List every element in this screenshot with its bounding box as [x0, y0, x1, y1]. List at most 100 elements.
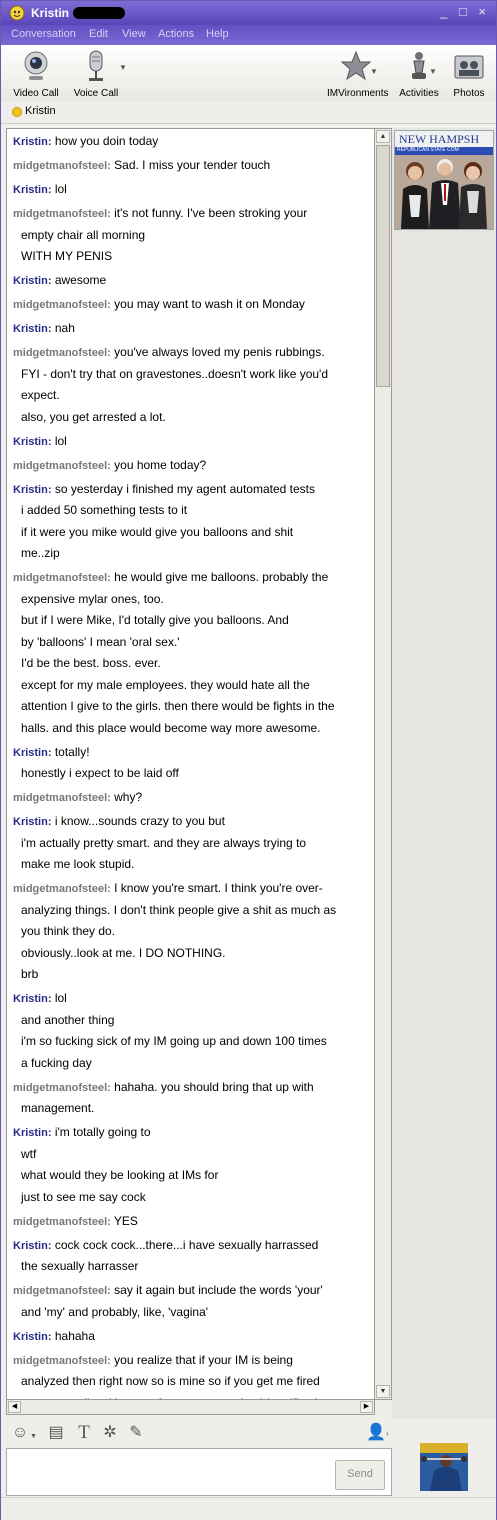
message-text: why?	[114, 790, 143, 804]
chat-message: Kristin: how you doin today	[13, 133, 369, 150]
redaction-mark	[73, 7, 125, 19]
message-sender: midgetmanofsteel:	[13, 1215, 111, 1228]
message-sender: Kristin:	[13, 275, 52, 287]
emoticon-dropdown-icon[interactable]: ▼	[30, 1433, 37, 1440]
chat-message: midgetmanofsteel: YES	[13, 1213, 369, 1230]
sidebar-panel: NEW HAMPSH REPUBLICAN STATE COM	[392, 128, 496, 1418]
chat-message: midgetmanofsteel: why?	[13, 789, 369, 806]
chat-message: Kristin: i know...sounds crazy to you bu…	[13, 813, 369, 830]
chat-message: midgetmanofsteel: say it again but inclu…	[13, 1282, 369, 1299]
attachment-icon[interactable]: ✎	[126, 1423, 146, 1443]
message-continuation: a fucking day	[21, 1055, 92, 1070]
message-continuation: management.	[21, 1101, 95, 1115]
photo-banner-subtext: REPUBLICAN STATE COM	[397, 147, 459, 153]
photo-banner-stripe: REPUBLICAN STATE COM	[395, 147, 493, 155]
chat-message: Kristin: hahaha	[13, 1328, 369, 1345]
chat-horizontal-scrollbar[interactable]: ◀ ▶	[6, 1400, 375, 1415]
message-continuation: what would they be looking at IMs for	[21, 1168, 219, 1182]
window-controls[interactable]: _ □ ×	[440, 4, 490, 19]
message-continuation: me..zip	[21, 546, 60, 560]
text-format-icon[interactable]: T	[74, 1423, 94, 1443]
message-text: hahaha	[54, 1328, 95, 1343]
chat-message: Kristin: totally!	[13, 744, 369, 761]
message-continuation: by 'balloons' I mean 'oral sex.'	[21, 634, 180, 649]
scroll-thumb[interactable]	[376, 145, 390, 387]
contact-info-icon[interactable]: 👤	[366, 1423, 386, 1443]
chat-message: midgetmanofsteel: Sad. I miss your tende…	[13, 157, 369, 174]
contact-info-arrow-icon[interactable]: ›	[386, 1429, 389, 1438]
voice-call-button[interactable]: Voice Call	[73, 49, 119, 99]
chat-message: midgetmanofsteel: it's not funny. I've b…	[13, 205, 369, 222]
message-sender: midgetmanofsteel:	[13, 792, 111, 804]
message-continuation: expect.	[21, 388, 60, 402]
video-call-button[interactable]: Video Call	[13, 49, 59, 99]
message-sender: midgetmanofsteel:	[13, 208, 111, 220]
message-sender: midgetmanofsteel:	[13, 299, 111, 311]
voice-call-dropdown-icon[interactable]: ▼	[119, 63, 127, 72]
photo-banner: NEW HAMPSH REPUBLICAN STATE COM	[395, 131, 493, 155]
emoticon-icon[interactable]: ☺	[10, 1423, 30, 1443]
menu-bar: Conversation Edit View Actions Help	[1, 25, 496, 45]
message-continuation: and another thing	[21, 1012, 115, 1027]
message-sender: midgetmanofsteel:	[13, 1285, 111, 1297]
audible-icon[interactable]: ▤	[46, 1423, 66, 1443]
chat-message: midgetmanofsteel: you realize that if yo…	[13, 1352, 369, 1369]
message-text: nah	[54, 321, 75, 335]
message-continuation: i'm actually pretty smart. and they are …	[21, 835, 307, 850]
message-continuation: expensive mylar ones, too.	[21, 591, 164, 606]
message-text: Sad. I miss your tender touch	[114, 158, 271, 172]
menu-edit[interactable]: Edit	[89, 28, 108, 40]
buddy-display-image[interactable]: NEW HAMPSH REPUBLICAN STATE COM	[394, 130, 494, 230]
message-sender: Kristin:	[13, 435, 52, 448]
im-window: Kristin _ □ × Conversation Edit View Act…	[0, 0, 497, 1520]
message-continuation: obviously..look at me. I DO NOTHING.	[21, 945, 226, 960]
webcam-icon	[24, 51, 48, 80]
scroll-up-arrow-icon[interactable]: ▲	[376, 130, 390, 143]
buddy-name[interactable]: Kristin	[25, 105, 56, 117]
message-sender: Kristin:	[13, 993, 52, 1005]
activities-dropdown-icon[interactable]: ▼	[429, 67, 437, 76]
chat-message: Kristin: lol	[13, 433, 369, 450]
send-button[interactable]: Send	[335, 1460, 385, 1490]
chat-message: Kristin: lol	[13, 990, 369, 1007]
message-input[interactable]: Send	[6, 1448, 392, 1496]
my-display-image[interactable]	[420, 1443, 468, 1491]
message-text: you realize that if your IM is being	[114, 1352, 293, 1367]
message-continuation: halls. and this place would become way m…	[21, 720, 321, 735]
message-continuation: i'm so fucking sick of my IM going up an…	[21, 1034, 327, 1048]
messenger-logo-icon	[9, 5, 25, 21]
chat-vertical-scrollbar[interactable]: ▲ ▼	[375, 128, 392, 1400]
chat-message: Kristin: lol	[13, 181, 369, 198]
message-sender: Kristin:	[13, 1330, 52, 1343]
scroll-down-arrow-icon[interactable]: ▼	[376, 1385, 390, 1398]
message-continuation: FYI - don't try that on gravestones..doe…	[21, 366, 329, 381]
chat-message: Kristin: awesome	[13, 272, 369, 289]
message-continuation: if it were you mike would give you ballo…	[21, 524, 294, 539]
voice-call-label: Voice Call	[73, 88, 119, 99]
scroll-right-arrow-icon[interactable]: ▶	[360, 1401, 373, 1413]
photos-icon	[454, 55, 484, 79]
message-text: YES	[113, 1213, 138, 1228]
menu-help[interactable]: Help	[206, 28, 229, 40]
message-text: hahaha. you should bring that up with	[114, 1079, 314, 1094]
scroll-left-arrow-icon[interactable]: ◀	[8, 1401, 21, 1413]
chat-message: midgetmanofsteel: you home today?	[13, 457, 369, 474]
menu-actions[interactable]: Actions	[158, 28, 194, 40]
plugin-icon[interactable]: ✲	[100, 1423, 120, 1443]
message-continuation: make me look stupid.	[21, 857, 135, 871]
message-text: I know you're smart. I think you're over…	[114, 881, 323, 895]
menu-conversation[interactable]: Conversation	[11, 28, 76, 40]
message-sender: Kristin:	[13, 816, 52, 828]
title-bar[interactable]: Kristin _ □ ×	[1, 1, 496, 25]
imvironments-dropdown-icon[interactable]: ▼	[370, 67, 378, 76]
message-sender: Kristin:	[13, 483, 52, 496]
conversation-history[interactable]: Kristin: how you doin today midgetmanofst…	[6, 128, 375, 1400]
message-text: i know...sounds crazy to you but	[54, 814, 225, 828]
menu-view[interactable]: View	[122, 28, 146, 40]
photos-button[interactable]: Photos	[447, 49, 491, 99]
message-continuation: the sexually harrasser	[21, 1259, 139, 1273]
message-sender: midgetmanofsteel:	[13, 1354, 111, 1367]
message-continuation: attention I give to the girls. then ther…	[21, 699, 335, 713]
format-toolbar: ☺ ▼ ▤ T ✲ ✎ 👤 ›	[6, 1419, 392, 1447]
message-text: awesome	[54, 273, 107, 287]
